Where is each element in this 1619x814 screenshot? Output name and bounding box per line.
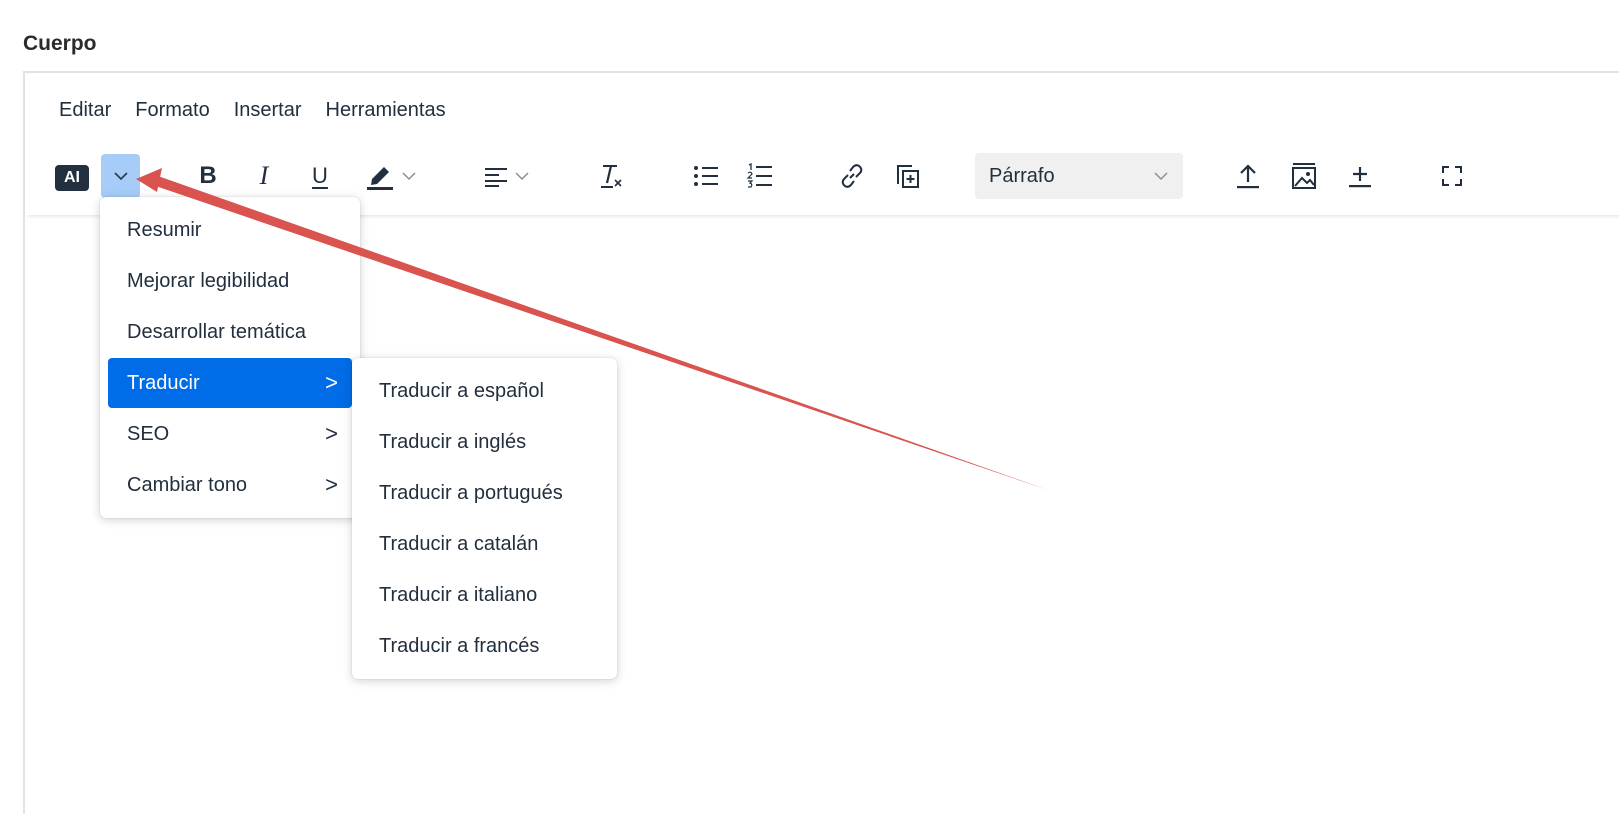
chevron-down-icon	[515, 171, 529, 180]
block-format-value: Párrafo	[989, 164, 1055, 187]
chevron-down-icon	[402, 171, 416, 180]
menu-item-label: Mejorar legibilidad	[127, 269, 290, 292]
page: Cuerpo Editar Formato Insertar Herramien…	[0, 0, 1619, 814]
numbered-list-button[interactable]	[743, 153, 777, 199]
upload-icon	[1237, 164, 1259, 189]
menu-insertar[interactable]: Insertar	[222, 97, 314, 127]
fullscreen-button[interactable]	[1435, 153, 1469, 199]
menu-item-traducir-frances[interactable]: Traducir a francés	[360, 621, 609, 671]
menu-item-resumir[interactable]: Resumir	[108, 205, 352, 255]
bullet-list-button[interactable]	[689, 153, 723, 199]
menu-editar[interactable]: Editar	[47, 97, 123, 127]
bold-label: B	[199, 162, 217, 189]
ai-menu: Resumir Mejorar legibilidad Desarrollar …	[100, 197, 360, 518]
link-button[interactable]	[835, 153, 869, 199]
clear-formatting-button[interactable]	[593, 153, 629, 199]
link-icon	[841, 164, 863, 188]
insert-template-button[interactable]	[891, 153, 925, 199]
chevron-down-icon	[1154, 172, 1168, 181]
upload-button[interactable]	[1231, 153, 1265, 199]
ai-dropdown-toggle[interactable]	[101, 154, 140, 198]
align-left-icon	[485, 168, 507, 187]
menu-item-traducir[interactable]: Traducir >	[108, 358, 352, 408]
field-label: Cuerpo	[23, 32, 97, 55]
menu-item-label: Traducir a italiano	[379, 583, 538, 606]
plus-baseline-icon	[1349, 167, 1371, 188]
italic-label: I	[259, 161, 269, 190]
image-icon	[1292, 163, 1316, 189]
italic-button[interactable]: I	[247, 153, 281, 199]
menu-item-seo[interactable]: SEO >	[108, 409, 352, 459]
menu-item-mejorar-legibilidad[interactable]: Mejorar legibilidad	[108, 256, 352, 306]
menubar: Editar Formato Insertar Herramientas	[47, 97, 458, 127]
bullet-list-icon	[694, 166, 718, 186]
numbered-list-icon	[746, 163, 772, 188]
menu-item-traducir-espanol[interactable]: Traducir a español	[360, 366, 609, 416]
fullscreen-icon	[1442, 166, 1462, 186]
menu-item-label: Desarrollar temática	[127, 320, 306, 343]
menu-item-label: Resumir	[127, 218, 202, 241]
chevron-right-icon: >	[325, 370, 338, 395]
menu-item-traducir-italiano[interactable]: Traducir a italiano	[360, 570, 609, 620]
menu-item-label: SEO	[127, 422, 170, 445]
chevron-right-icon: >	[325, 472, 338, 497]
insert-image-button[interactable]	[1287, 153, 1321, 199]
editor-header: Editar Formato Insertar Herramientas AI …	[25, 73, 1619, 215]
clear-formatting-icon	[601, 165, 622, 188]
copy-add-icon	[897, 165, 919, 188]
menu-item-label: Traducir a español	[379, 379, 544, 402]
ai-button[interactable]: AI	[55, 165, 89, 191]
align-button[interactable]	[475, 153, 537, 199]
chevron-right-icon: >	[325, 421, 338, 446]
menu-item-traducir-ingles[interactable]: Traducir a inglés	[360, 417, 609, 467]
menu-item-traducir-portugues[interactable]: Traducir a portugués	[360, 468, 609, 518]
menu-item-label: Traducir a catalán	[379, 532, 539, 555]
menu-herramientas[interactable]: Herramientas	[314, 97, 458, 127]
menu-item-label: Cambiar tono	[127, 473, 248, 496]
insert-button[interactable]	[1343, 153, 1377, 199]
menu-formato[interactable]: Formato	[123, 97, 221, 127]
menu-item-label: Traducir a inglés	[379, 430, 527, 453]
bold-button[interactable]: B	[191, 153, 225, 199]
underline-button[interactable]: U	[303, 153, 337, 199]
translate-submenu: Traducir a español Traducir a inglés Tra…	[352, 358, 617, 679]
chevron-down-icon	[113, 172, 128, 181]
menu-item-label: Traducir a portugués	[379, 481, 563, 504]
menu-item-desarrollar-tematica[interactable]: Desarrollar temática	[108, 307, 352, 357]
block-format-select[interactable]: Párrafo	[975, 153, 1183, 199]
underline-label: U	[312, 163, 328, 188]
menu-item-label: Traducir a francés	[379, 634, 540, 657]
highlight-color-button[interactable]	[355, 153, 425, 199]
highlighter-icon	[367, 167, 393, 190]
menu-item-label: Traducir	[127, 371, 200, 394]
menu-item-cambiar-tono[interactable]: Cambiar tono >	[108, 460, 352, 510]
menu-item-traducir-catalan[interactable]: Traducir a catalán	[360, 519, 609, 569]
